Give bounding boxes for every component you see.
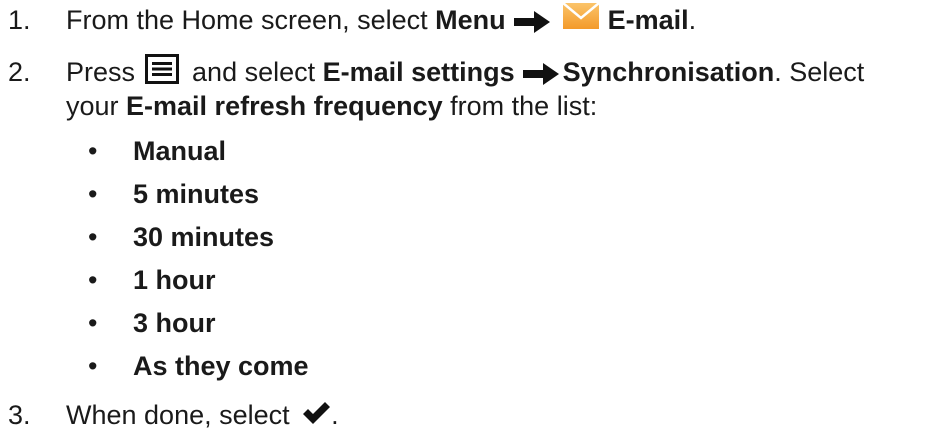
step-number: 2. (8, 57, 31, 87)
instructions-document: 1. From the Home screen, select Menu E-ma… (0, 0, 946, 437)
bullet: • (88, 222, 98, 252)
step-number: 3. (8, 400, 31, 430)
step-2-and-select: and select (184, 57, 323, 87)
option-label: 3 hour (133, 308, 216, 338)
email-label: E-mail (607, 5, 689, 35)
step-text: your E-mail refresh frequency from the l… (66, 89, 597, 123)
synchronisation-label: Synchronisation (562, 57, 775, 87)
menu-icon (144, 53, 179, 84)
option-label: 5 minutes (133, 179, 260, 209)
email-settings-label: E-mail settings (322, 57, 515, 87)
option-label: 1 hour (133, 265, 216, 295)
right-arrow-icon (522, 62, 559, 85)
step-number: 1. (8, 5, 31, 35)
bullet: • (88, 136, 98, 166)
step-2-your: your (66, 91, 127, 121)
step-text: Press and select E-mail settings Synchron… (66, 53, 865, 89)
step-3-text: When done, select (66, 400, 298, 430)
menu-label: Menu (435, 5, 506, 35)
option-label: Manual (133, 136, 227, 166)
right-arrow-icon (513, 10, 550, 33)
bullet: • (88, 179, 98, 209)
bullet: • (88, 308, 98, 338)
step-1-end: . (688, 5, 697, 35)
step-2-select: . Select (774, 57, 865, 87)
refresh-frequency-label: E-mail refresh frequency (126, 91, 443, 121)
step-1-text: From the Home screen, select (66, 5, 436, 35)
option-label: As they come (133, 351, 309, 381)
step-text: From the Home screen, select Menu E-mail. (66, 1, 697, 37)
step-2-press: Press (66, 57, 143, 87)
bullet: • (88, 351, 98, 381)
checkmark-icon (303, 401, 331, 424)
step-2-from-list: from the list: (442, 91, 598, 121)
mail-envelope-icon (561, 1, 600, 29)
bullet: • (88, 265, 98, 295)
step-3-end: . (331, 400, 339, 430)
step-text: When done, select . (66, 398, 339, 432)
option-label: 30 minutes (133, 222, 275, 252)
